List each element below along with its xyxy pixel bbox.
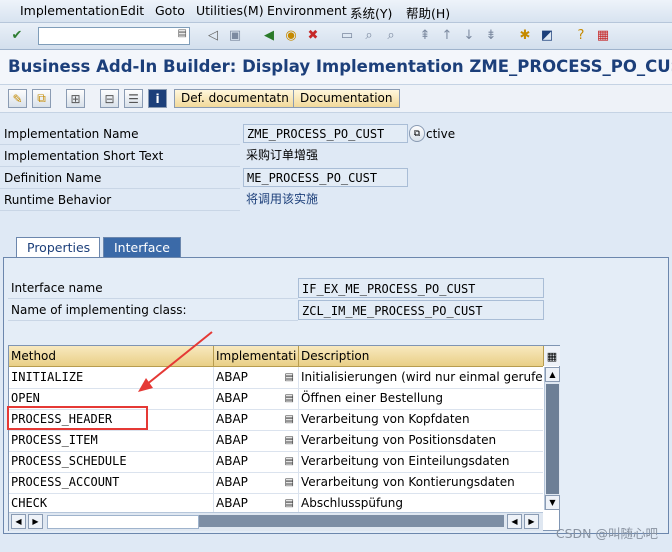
annotation-arrow-line (145, 331, 213, 386)
annotation-arrow (138, 331, 213, 392)
watermark: CSDN @叫随心吧 (555, 526, 658, 541)
